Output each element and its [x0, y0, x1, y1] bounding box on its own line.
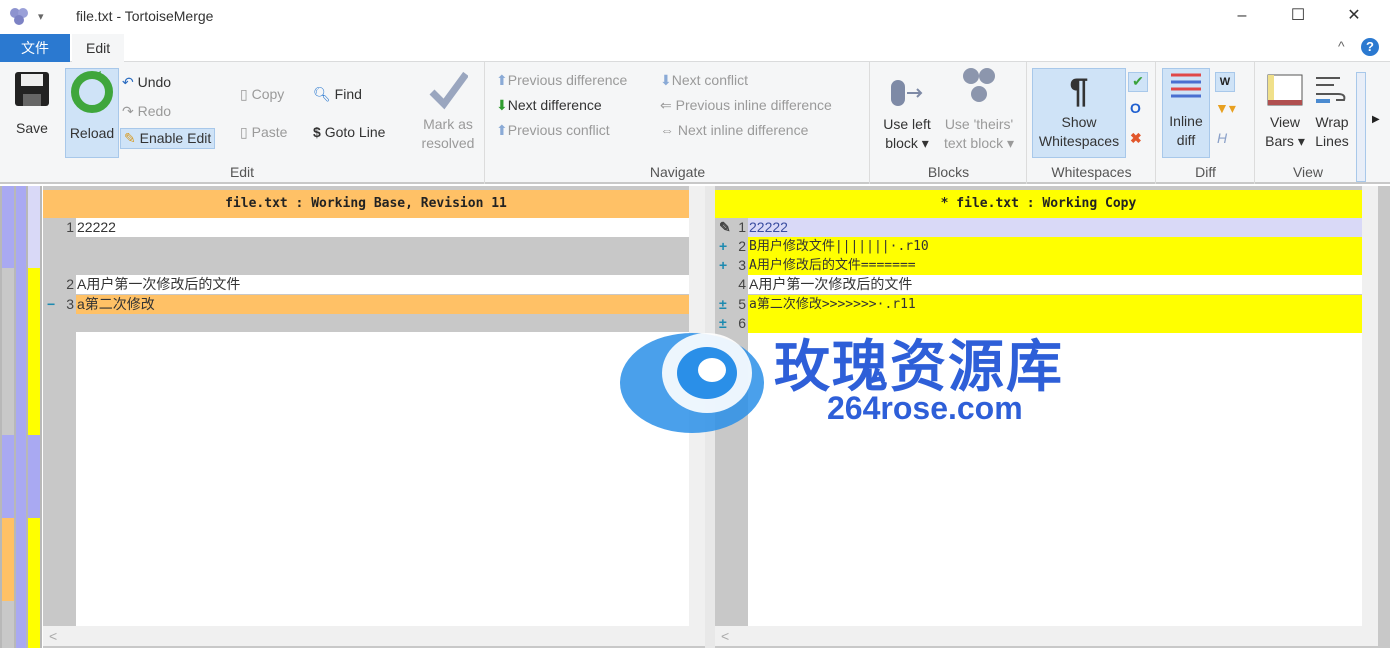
right-vertical-scrollbar[interactable]: [1362, 186, 1378, 628]
ribbon-tabs: 文件 Edit ^ ?: [0, 34, 1390, 62]
maximize-button[interactable]: ☐: [1278, 4, 1318, 28]
arrow-down-icon: ⬇: [660, 72, 672, 88]
reload-button[interactable]: Reload: [65, 68, 119, 158]
window-title: file.txt - TortoiseMerge: [76, 8, 214, 24]
undo-button[interactable]: ↶ Undo: [122, 74, 171, 91]
close-button[interactable]: ✕: [1334, 4, 1374, 28]
inline-diff-icon: [1171, 73, 1201, 98]
whitespace-x-icon[interactable]: ✖: [1130, 130, 1142, 147]
use-theirs-block-icon: [963, 68, 995, 102]
right-pane-header: * file.txt : Working Copy: [715, 190, 1362, 218]
next-difference-button[interactable]: ⬇Next difference: [496, 97, 602, 114]
paste-icon: ▯: [240, 124, 248, 140]
undo-icon: ↶: [122, 74, 134, 90]
quick-access-dropdown[interactable]: ▾: [38, 2, 44, 32]
line-text: a第二次修改>>>>>>>·.r11: [749, 297, 916, 312]
line-text: a第二次修改: [77, 296, 155, 312]
line-text: B用户修改文件|||||||·.r10: [749, 239, 929, 254]
goto-icon: $: [313, 124, 321, 140]
edit-group: Save Reload ↶ Undo ↷ Redo ✎ Enable Edit …: [0, 62, 485, 184]
right-horizontal-scrollbar[interactable]: <: [715, 626, 1378, 646]
wrap-lines-button[interactable]: Wrap Lines: [1312, 72, 1352, 151]
left-horizontal-scrollbar[interactable]: <: [43, 626, 705, 646]
redo-icon: ↷: [122, 103, 134, 119]
copy-button[interactable]: ▯ Copy: [240, 86, 284, 103]
pilcrow-icon: ¶: [1069, 72, 1089, 110]
find-button[interactable]: 🔍︎ Find: [313, 86, 362, 103]
watermark: 玫瑰资源库 264rose.com: [612, 318, 1112, 438]
navigate-group-label: Navigate: [649, 164, 706, 180]
line-text: A用户第一次修改后的文件: [749, 276, 913, 292]
reload-icon: [71, 71, 113, 113]
view-group-label: View: [1292, 164, 1324, 180]
next-conflict-button[interactable]: ⬇Next conflict: [660, 72, 748, 89]
inline-diff-button[interactable]: Inline diff: [1162, 68, 1210, 158]
help-button[interactable]: ?: [1361, 38, 1379, 56]
diff-group-label: Diff: [1195, 164, 1216, 180]
checkmark-icon: [429, 71, 469, 110]
line-text: A用户修改后的文件=======: [749, 258, 916, 273]
tab-edit[interactable]: Edit: [72, 34, 125, 62]
arrow-up-icon: ⬆: [496, 122, 508, 138]
mark-resolved-button[interactable]: Mark as resolved: [414, 70, 482, 153]
word-diff-icon[interactable]: W: [1215, 72, 1235, 92]
previous-conflict-button[interactable]: ⬆Previous conflict: [496, 122, 610, 139]
save-icon: [15, 72, 49, 106]
arrow-up-icon: ⬆: [496, 72, 508, 88]
arrow-right-icon: ⇔: [660, 122, 674, 138]
redo-button[interactable]: ↷ Redo: [122, 103, 171, 120]
view-group: View Bars ▾ Wrap Lines ▶ View: [1256, 62, 1390, 184]
case-icon[interactable]: H: [1217, 130, 1227, 146]
view-bars-icon: [1267, 74, 1303, 106]
show-whitespaces-button[interactable]: ¶ Show Whitespaces: [1032, 68, 1126, 158]
next-inline-difference-button[interactable]: ⇔ Next inline difference: [660, 122, 808, 138]
filter-icon[interactable]: ▼▾: [1215, 100, 1236, 117]
wrap-lines-icon: [1316, 77, 1346, 103]
navigate-group: ⬆Previous difference ⬇Next difference ⬆P…: [486, 62, 870, 184]
locator-bar[interactable]: [0, 186, 42, 648]
tab-file[interactable]: 文件: [0, 34, 70, 62]
use-left-block-icon: [891, 80, 923, 106]
paste-button[interactable]: ▯ Paste: [240, 124, 287, 141]
whitespace-circle-icon[interactable]: O: [1130, 100, 1141, 116]
previous-difference-button[interactable]: ⬆Previous difference: [496, 72, 627, 89]
arrow-down-icon: ⬇: [496, 97, 508, 113]
ribbon: Save Reload ↶ Undo ↷ Redo ✎ Enable Edit …: [0, 62, 1390, 184]
left-pane: file.txt : Working Base, Revision 11 1 22…: [43, 186, 705, 648]
blocks-group-label: Blocks: [927, 164, 970, 180]
app-icon: [8, 6, 30, 26]
line-text: 22222: [749, 219, 788, 235]
copy-icon: ▯: [240, 86, 248, 102]
left-pane-header: file.txt : Working Base, Revision 11: [43, 190, 689, 218]
use-theirs-block-button[interactable]: Use 'theirs' text block ▾: [937, 64, 1021, 153]
whitespaces-group: ¶ Show Whitespaces ✔ O ✖ Whitespaces: [1028, 62, 1156, 184]
edit-group-label: Edit: [229, 164, 255, 180]
search-icon: 🔍︎: [313, 86, 331, 102]
collapse-ribbon-button[interactable]: ^: [1338, 38, 1345, 54]
ribbon-scroll-right-icon[interactable]: ▶: [1372, 114, 1380, 125]
use-left-block-button[interactable]: Use left block ▾: [875, 74, 939, 153]
blocks-group: Use left block ▾ Use 'theirs' text block…: [871, 62, 1027, 184]
left-editor[interactable]: 1 22222 2 A用户第一次修改后的文件 −3 a第二次修改: [43, 218, 689, 628]
arrow-left-icon: ⇐: [660, 97, 672, 113]
line-text: A用户第一次修改后的文件: [77, 276, 241, 292]
rose-logo-icon: [620, 333, 764, 433]
view-bars-button[interactable]: View Bars ▾: [1260, 72, 1310, 151]
goto-line-button[interactable]: $ Goto Line: [313, 124, 385, 140]
minimize-button[interactable]: –: [1222, 4, 1262, 28]
previous-inline-difference-button[interactable]: ⇐ Previous inline difference: [660, 97, 832, 114]
whitespaces-group-label: Whitespaces: [1051, 164, 1132, 180]
watermark-url: 264rose.com: [827, 390, 1023, 426]
enable-edit-button[interactable]: ✎ Enable Edit: [120, 128, 216, 149]
pencil-icon: ✎: [124, 130, 136, 146]
diff-group: Inline diff W ▼▾ H Diff: [1157, 62, 1255, 184]
title-bar: ▾ file.txt - TortoiseMerge – ☐ ✕: [0, 0, 1390, 34]
save-button[interactable]: Save: [8, 70, 56, 138]
whitespace-check-icon[interactable]: ✔: [1128, 72, 1148, 92]
line-text: 22222: [77, 219, 116, 235]
